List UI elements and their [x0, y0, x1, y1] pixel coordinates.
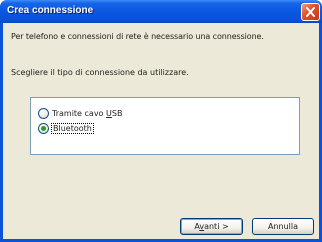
dialog-window: Crea connessione Per telefono e connessi…: [0, 0, 322, 242]
option-bluetooth[interactable]: Bluetooth: [38, 122, 94, 134]
close-button[interactable]: [301, 3, 320, 21]
radio-usb[interactable]: [38, 107, 49, 119]
cancel-button[interactable]: Annulla: [252, 218, 314, 235]
description-text: Per telefono e connessioni di rete è nec…: [11, 32, 264, 41]
dialog-body: Per telefono e connessioni di rete è nec…: [3, 23, 319, 239]
option-usb-label: Tramite cavo USB: [52, 108, 123, 118]
prompt-text: Scegliere il tipo di connessione da util…: [11, 68, 189, 77]
window-title: Crea connessione: [7, 5, 94, 16]
close-icon: [306, 7, 315, 17]
radio-bluetooth[interactable]: [38, 122, 49, 134]
title-bar[interactable]: Crea connessione: [0, 0, 322, 23]
next-button[interactable]: Avanti >: [180, 218, 243, 235]
connection-type-list: Tramite cavo USB Bluetooth: [30, 97, 300, 155]
option-usb-cable[interactable]: Tramite cavo USB: [38, 107, 122, 119]
option-bluetooth-label: Bluetooth: [51, 122, 94, 134]
